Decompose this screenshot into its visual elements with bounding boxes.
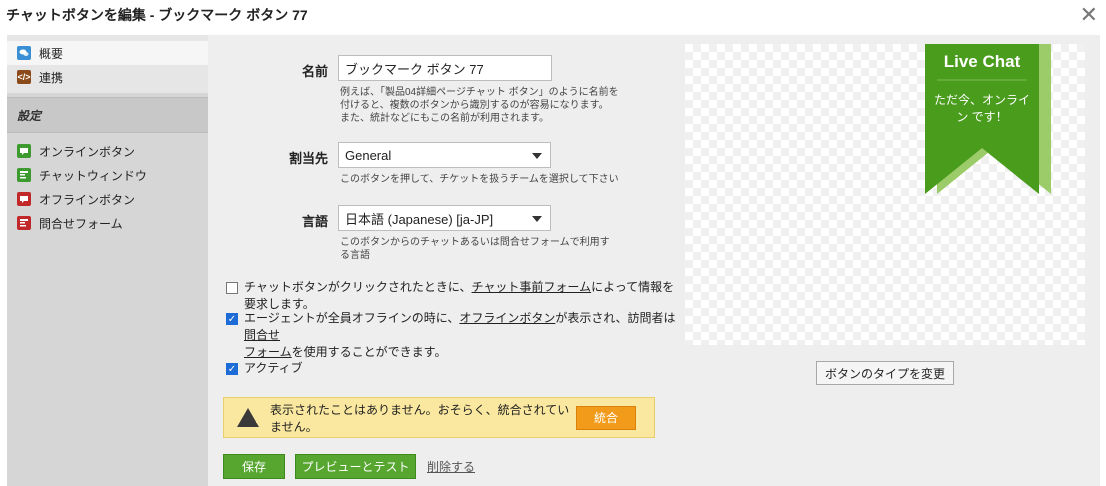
active-option: ✓ アクティブ <box>226 360 303 377</box>
sidebar-section-settings: 設定 <box>7 97 208 133</box>
sidebar-item-chat-window[interactable]: チャットウィンドウ <box>7 163 208 187</box>
prechat-option: チャットボタンがクリックされたときに、チャット事前フォームによって情報を要求しま… <box>226 279 686 313</box>
sidebar-item-online-button[interactable]: オンラインボタン <box>7 139 208 163</box>
assign-select-value: General <box>345 147 392 163</box>
close-icon[interactable]: ✕ <box>1080 2 1098 28</box>
language-select[interactable]: 日本語 (Japanese) [ja-JP] <box>338 205 551 231</box>
contact-form-link[interactable]: 問合せ <box>244 328 280 342</box>
offline-option: ✓ エージェントが全員オフラインの時に、オフラインボタンが表示され、訪問者は問合… <box>226 310 686 361</box>
offline-text-1: エージェントが全員オフラインの時に、 <box>244 311 460 325</box>
chat-window-icon <box>17 168 31 182</box>
name-label: 名前 <box>301 64 328 79</box>
integration-warning: ! 表示されたことはありません。おそらく、統合されていません。 統合 <box>223 397 655 438</box>
prechat-text-before: チャットボタンがクリックされたときに、 <box>244 280 472 294</box>
sidebar-item-label: 問合せフォーム <box>39 216 123 231</box>
offline-text-3: を使用することができます。 <box>291 345 447 359</box>
contact-form-icon <box>17 216 31 230</box>
prechat-checkbox[interactable] <box>226 282 238 294</box>
help-line: このボタンを押して、チケットを扱うチームを選択して下さい <box>340 174 619 185</box>
prechat-form-link[interactable]: チャット事前フォーム <box>472 280 592 294</box>
sidebar-item-label: オンラインボタン <box>39 144 136 159</box>
active-label: アクティブ <box>244 361 303 375</box>
chevron-down-icon <box>532 153 542 159</box>
preview-subtitle: ただ今、オンライン です！ <box>933 93 1030 124</box>
name-input[interactable]: ブックマーク ボタン 77 <box>338 55 552 81</box>
main-panel: 名前 ブックマーク ボタン 77 例えば、「製品04詳細ページチャット ボタン」… <box>208 35 1100 486</box>
live-chat-ribbon <box>925 44 1051 194</box>
button-preview: Live Chat ただ今、オンライン です！ <box>685 44 1085 345</box>
offline-button-icon <box>17 192 31 206</box>
assign-select[interactable]: General <box>338 142 551 168</box>
help-line: 付けると、複数のボタンから識別するのが容易になります。 <box>340 100 609 111</box>
preview-test-button[interactable]: プレビューとテスト <box>295 454 416 479</box>
language-help: このボタンからのチャットあるいは問合せフォームで利用す る言語 <box>340 236 610 262</box>
offline-checkbox[interactable]: ✓ <box>226 313 238 325</box>
prechat-text: チャットボタンがクリックされたときに、チャット事前フォームによって情報を要求しま… <box>244 279 686 313</box>
sidebar: 概要 </> 連携 設定 オンラインボタン チャットウィンドウ オフラインボタン <box>7 35 208 486</box>
sidebar-item-label: チャットウィンドウ <box>39 168 147 183</box>
assign-label: 割当先 <box>288 151 328 166</box>
dialog-title: チャットボタンを編集 - ブックマーク ボタン 77 <box>6 7 308 23</box>
help-line: 例えば、「製品04詳細ページチャット ボタン」のように名前を <box>340 87 619 98</box>
sidebar-item-overview[interactable]: 概要 <box>7 41 208 65</box>
warning-message: 表示されたことはありません。おそらく、統合されていません。 <box>270 402 570 434</box>
online-button-icon <box>17 144 31 158</box>
help-line: このボタンからのチャットあるいは問合せフォームで利用す <box>340 237 610 248</box>
preview-title: Live Chat <box>943 52 1021 71</box>
assign-help: このボタンを押して、チケットを扱うチームを選択して下さい <box>340 173 619 186</box>
warning-icon-glyph: ! <box>255 412 259 426</box>
offline-text-2: が表示され、訪問者は <box>555 311 676 325</box>
help-line: また、統計などにもこの名前が利用されます。 <box>340 113 549 124</box>
delete-link[interactable]: 削除する <box>427 458 475 475</box>
sidebar-item-integration[interactable]: </> 連携 <box>7 65 208 89</box>
sidebar-item-offline-button[interactable]: オフラインボタン <box>7 187 208 211</box>
contact-form-link[interactable]: フォーム <box>244 345 292 359</box>
name-help: 例えば、「製品04詳細ページチャット ボタン」のように名前を 付けると、複数のボ… <box>340 86 619 125</box>
change-type-button[interactable]: ボタンのタイプを変更 <box>816 361 954 385</box>
sidebar-item-contact-form[interactable]: 問合せフォーム <box>7 211 208 235</box>
offline-button-link[interactable]: オフラインボタン <box>459 311 555 325</box>
chevron-down-icon <box>532 216 542 222</box>
integrate-button[interactable]: 統合 <box>576 405 636 430</box>
sidebar-item-label: 概要 <box>39 46 64 61</box>
sidebar-item-label: 連携 <box>39 70 64 85</box>
sidebar-item-label: オフラインボタン <box>39 192 136 207</box>
language-select-value: 日本語 (Japanese) [ja-JP] <box>345 211 494 227</box>
active-checkbox[interactable]: ✓ <box>226 363 238 375</box>
offline-text: エージェントが全員オフラインの時に、オフラインボタンが表示され、訪問者は問合せフ… <box>244 310 686 361</box>
help-line: る言語 <box>340 250 370 261</box>
language-label: 言語 <box>301 214 328 229</box>
overview-icon <box>17 46 31 60</box>
code-icon: </> <box>17 70 31 84</box>
save-button[interactable]: 保存 <box>223 454 285 479</box>
